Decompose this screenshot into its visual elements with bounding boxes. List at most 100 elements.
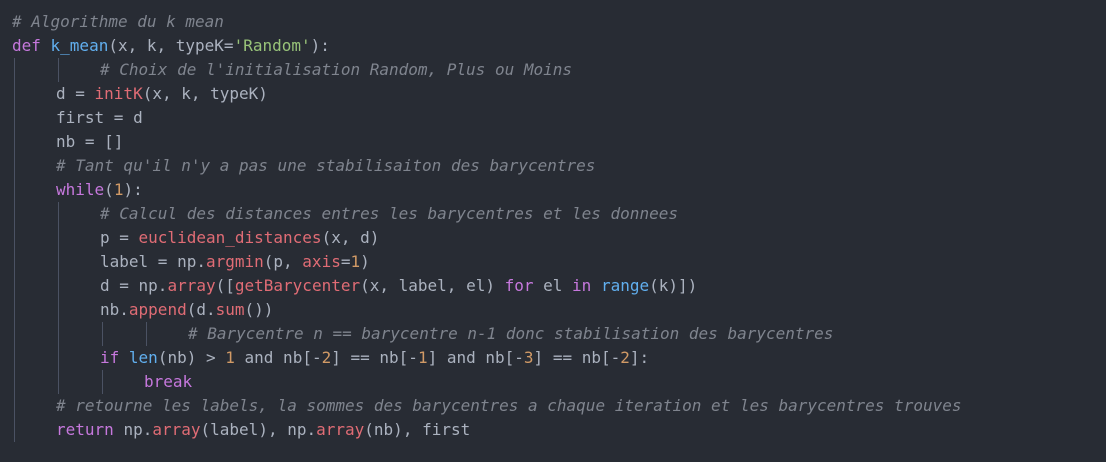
code-token: d = (56, 84, 95, 103)
code-token: sum (215, 300, 245, 319)
code-token: # Barycentre n == barycentre n-1 donc st… (188, 324, 834, 343)
code-token: el (533, 276, 573, 295)
code-token: array (152, 420, 201, 439)
indent-guide (14, 322, 15, 346)
code-token: 'Random' (233, 36, 311, 55)
code-line[interactable]: label = np.argmin(p, axis=1) (0, 250, 1106, 274)
indent-guide (58, 298, 59, 322)
code-token: 2 (620, 348, 630, 367)
code-token: initK (94, 84, 143, 103)
indent-guide (14, 370, 15, 394)
code-token: 1 (113, 180, 124, 199)
code-token: nb = [] (56, 132, 124, 151)
code-token: ): (310, 36, 330, 55)
code-line[interactable]: d = initK(x, k, typeK) (0, 82, 1106, 106)
code-token: getBarycenter (234, 276, 361, 295)
code-line[interactable]: # Barycentre n == barycentre n-1 donc st… (0, 322, 1106, 346)
indent-guide (58, 58, 59, 82)
indent-guide (58, 274, 59, 298)
code-line[interactable]: # Calcul des distances entres les baryce… (0, 202, 1106, 226)
code-token: range (600, 276, 650, 295)
indent-guide (14, 346, 15, 370)
code-token: ] and nb[- (427, 348, 524, 367)
code-token: while (56, 180, 105, 199)
indent-guide (14, 274, 15, 298)
indent-guide (58, 226, 59, 250)
code-token: for (504, 276, 534, 295)
code-token: (x, label, el) (360, 276, 505, 295)
code-token: # Choix de l'initialisation Random, Plus… (100, 60, 573, 79)
code-line[interactable]: p = euclidean_distances(x, d) (0, 226, 1106, 250)
indent-guide (14, 418, 15, 442)
code-line[interactable]: if len(nb) > 1 and nb[-2] == nb[-1] and … (0, 346, 1106, 370)
code-token: ( (104, 180, 114, 199)
code-token: in (572, 276, 592, 295)
code-token: axis (302, 252, 341, 271)
code-token: 1 (350, 252, 361, 271)
code-token: and nb[- (234, 348, 322, 367)
code-line[interactable]: nb.append(d.sum()) (0, 298, 1106, 322)
code-line[interactable]: def k_mean(x, k, typeK='Random'): (0, 34, 1106, 58)
indent-guide (58, 250, 59, 274)
code-token: (x, k, typeK) (142, 84, 268, 103)
code-token: (nb), first (364, 420, 471, 439)
code-line[interactable]: # Tant qu'il n'y a pas une stabilisaiton… (0, 154, 1106, 178)
indent-guide (14, 178, 15, 202)
indent-guide (146, 322, 147, 346)
code-token: # Algorithme du k mean (12, 12, 224, 31)
code-token: k_mean (50, 36, 109, 55)
code-line[interactable]: nb = [] (0, 130, 1106, 154)
indent-guide (14, 250, 15, 274)
code-token: (d. (186, 300, 216, 319)
code-token: nb. (100, 300, 129, 319)
code-token: ] == nb[- (533, 348, 621, 367)
indent-guide (14, 82, 15, 106)
code-token: break (144, 372, 193, 391)
indent-guide (58, 346, 59, 370)
code-line[interactable]: # retourne les labels, la sommes des bar… (0, 394, 1106, 418)
code-token: argmin (205, 252, 264, 271)
code-token: # Calcul des distances entres les baryce… (100, 204, 678, 223)
code-token: append (128, 300, 187, 319)
code-token: array (316, 420, 365, 439)
code-token: array (167, 276, 216, 295)
code-line[interactable]: return np.array(label), np.array(nb), fi… (0, 418, 1106, 442)
indent-guide (58, 322, 59, 346)
indent-guide (102, 322, 103, 346)
code-token: 3 (523, 348, 534, 367)
code-line[interactable]: # Algorithme du k mean (0, 10, 1106, 34)
indent-guide (14, 106, 15, 130)
code-token: 1 (225, 348, 235, 367)
code-line[interactable]: d = np.array([getBarycenter(x, label, el… (0, 274, 1106, 298)
code-token: (x, k, typeK= (108, 36, 234, 55)
code-editor[interactable]: # Algorithme du k mean def k_mean(x, k, t… (0, 0, 1106, 462)
code-line[interactable]: break (0, 370, 1106, 394)
code-token: 2 (321, 348, 332, 367)
code-token: ([ (215, 276, 235, 295)
code-line[interactable]: while(1): (0, 178, 1106, 202)
indent-guide (14, 298, 15, 322)
code-line[interactable]: # Choix de l'initialisation Random, Plus… (0, 58, 1106, 82)
code-token: ()) (244, 300, 274, 319)
code-token: euclidean_distances (138, 228, 322, 247)
code-token: ] == nb[- (331, 348, 418, 367)
code-token: first = d (56, 108, 143, 127)
code-token: (k)]) (649, 276, 698, 295)
code-token: # retourne les labels, la sommes des bar… (56, 396, 962, 415)
code-token: (p, (263, 252, 303, 271)
code-token: (nb) > (157, 348, 226, 367)
code-token: p = (100, 228, 139, 247)
code-token: ) (360, 252, 370, 271)
code-token: 1 (417, 348, 428, 367)
code-token: return (56, 420, 124, 439)
indent-guide (58, 202, 59, 226)
code-token: (label), np. (200, 420, 317, 439)
indent-guide (14, 130, 15, 154)
indent-guide (102, 370, 103, 394)
code-line[interactable]: first = d (0, 106, 1106, 130)
code-token: if (100, 348, 129, 367)
indent-guide (14, 202, 15, 226)
code-token: d = np. (100, 276, 168, 295)
code-token: (x, d) (321, 228, 380, 247)
